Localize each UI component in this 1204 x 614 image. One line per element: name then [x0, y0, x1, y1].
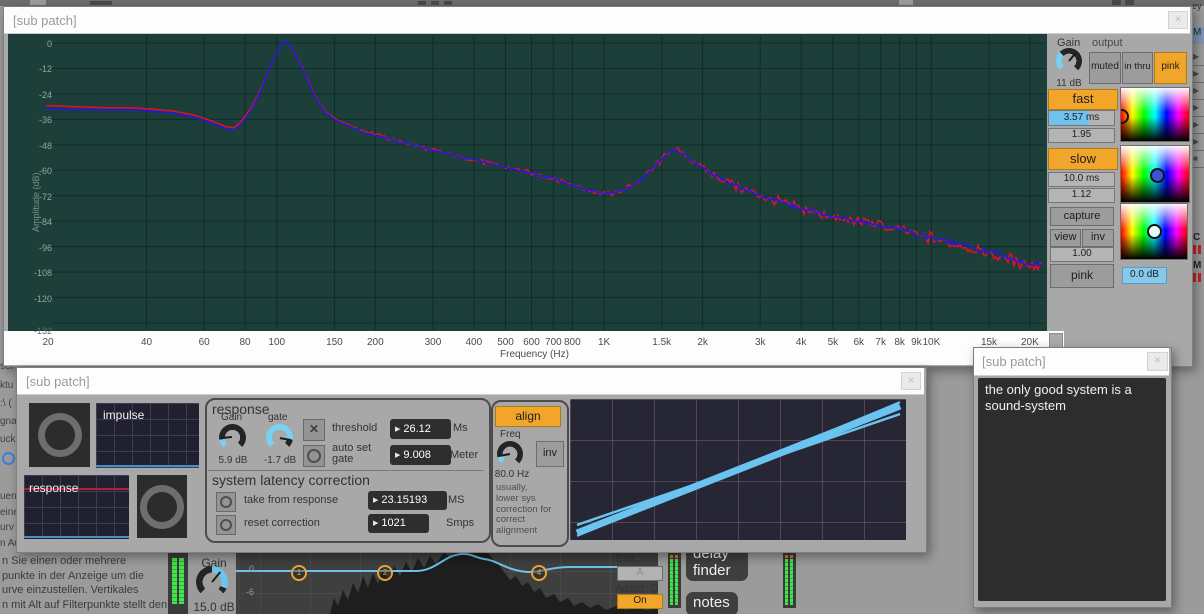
- notes-text: the only good system is a sound-system: [985, 382, 1157, 414]
- notes-comment-box[interactable]: the only good system is a sound-system: [978, 378, 1166, 601]
- close-icon[interactable]: ✕: [1147, 352, 1168, 371]
- notes-window-title: [sub patch]: [982, 354, 1046, 369]
- screen: ey M ▶▶▶▶▶▶■ C M serktu:\ (gnauckuen:ein…: [0, 0, 1204, 614]
